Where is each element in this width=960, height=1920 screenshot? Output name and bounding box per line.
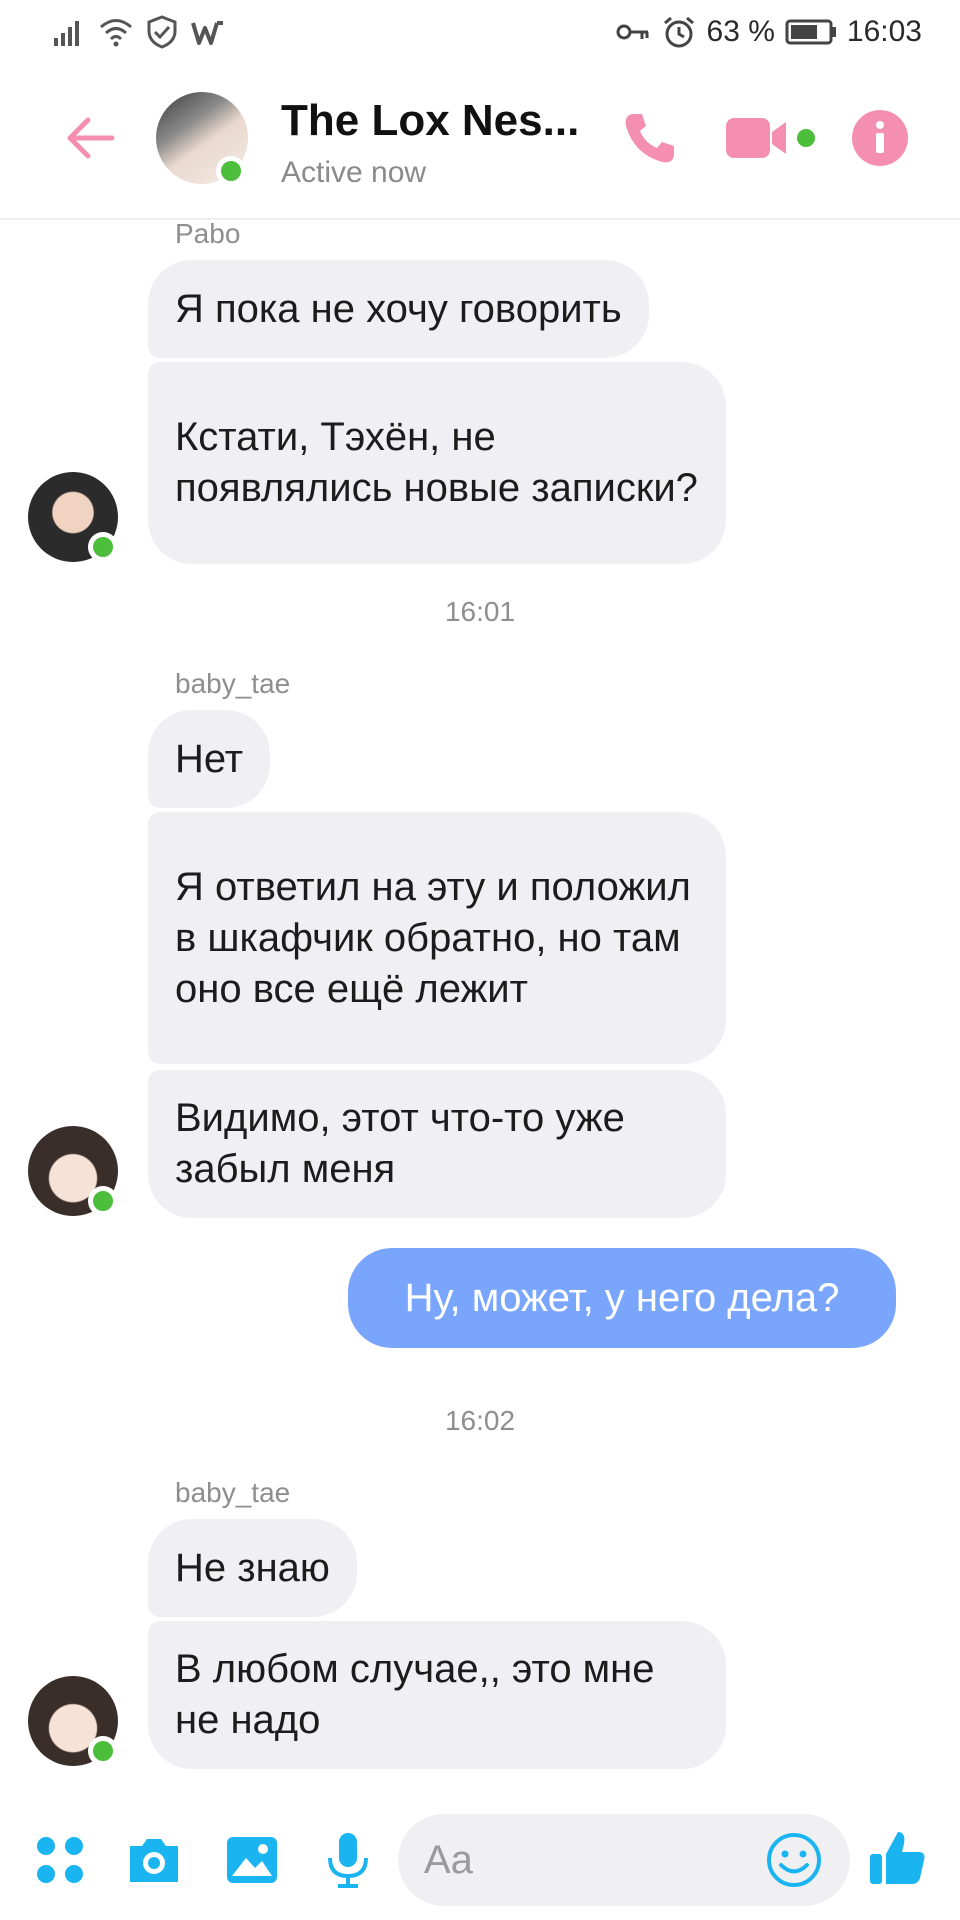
message-bubble[interactable]: Нет [148,710,271,808]
message-bubble[interactable]: Не знаю [148,1519,357,1617]
back-arrow-icon[interactable] [62,110,118,166]
apps-icon[interactable] [30,1830,90,1890]
message-text: Я ответил на эту и положил в шкафчик обр… [175,864,691,1011]
message-input[interactable] [424,1814,754,1906]
timestamp: 16:01 [444,596,516,627]
online-indicator [88,1186,118,1216]
message-text: Видимо, этот что-то уже забыл меня [175,1096,625,1191]
message-bubble[interactable]: Я пока не хочу говорить [148,260,649,358]
message-text: В любом случае,, это мне не надо [175,1647,655,1742]
signal-icon [54,21,79,46]
video-icon[interactable] [724,106,820,170]
battery-icon [785,19,836,45]
gallery-icon[interactable] [222,1830,282,1890]
info-icon[interactable] [848,106,912,170]
wifi-icon [100,19,132,47]
chat-status: Active now [281,156,427,189]
key-icon [616,24,649,40]
online-indicator [88,1736,118,1766]
timestamp: 16:02 [444,1405,516,1436]
camera-icon[interactable] [124,1830,184,1890]
message-bubble[interactable]: В любом случае,, это мне не надо [148,1621,726,1769]
shield-icon [147,15,177,49]
microphone-icon[interactable] [318,1830,378,1890]
app-w-icon [191,21,223,45]
chat-header: The Lox Nes... Active now [0,64,960,220]
message-text: Не знаю [175,1545,330,1590]
phone-icon[interactable] [618,106,682,170]
message-text: Ну, может, у него дела? [404,1275,840,1320]
message-bubble[interactable]: Я ответил на эту и положил в шкафчик обр… [148,812,726,1064]
sender-name: baby_tae [175,668,291,699]
status-bar: 63 % 16:03 [0,0,960,64]
alarm-icon [663,16,694,48]
online-indicator [216,156,246,186]
message-bubble[interactable]: Кстати, Тэхён, не появлялись новые запис… [148,362,726,564]
message-bubble[interactable]: Видимо, этот что-то уже забыл меня [148,1070,726,1218]
message-input-container [398,1814,850,1906]
sender-name: Pabo [175,218,241,249]
clock: 16:03 [846,15,922,48]
sender-name: baby_tae [175,1477,291,1508]
message-text: Нет [175,736,244,781]
message-text: Я пока не хочу говорить [175,286,622,331]
emoji-icon[interactable] [764,1830,824,1890]
battery-percent: 63 % [706,15,775,48]
online-indicator [88,532,118,562]
composer-bar [0,1800,960,1920]
thumbs-up-icon[interactable] [866,1826,930,1890]
message-text: Кстати, Тэхён, не появлялись новые запис… [175,415,698,510]
outgoing-message-bubble[interactable]: Ну, может, у него дела? [348,1248,896,1348]
chat-title[interactable]: The Lox Nes... [281,96,579,146]
